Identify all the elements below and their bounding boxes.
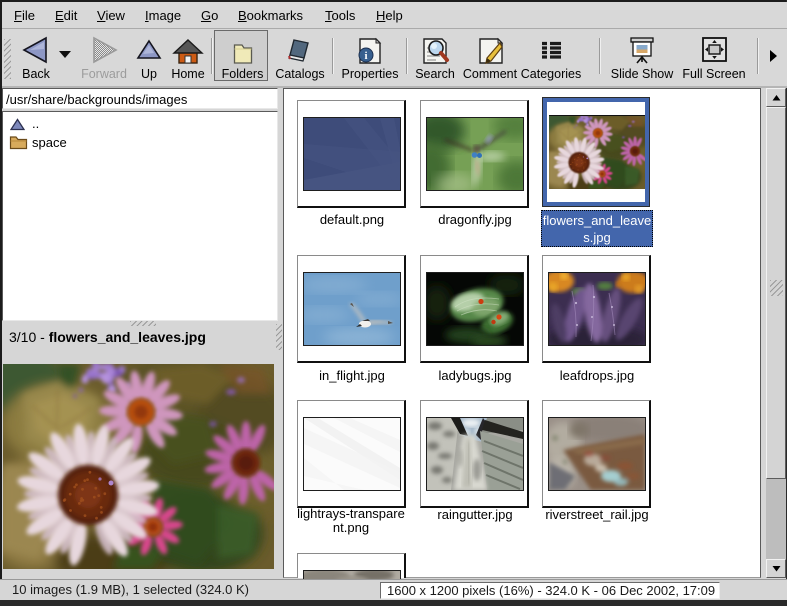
svg-text:i: i — [364, 50, 367, 62]
